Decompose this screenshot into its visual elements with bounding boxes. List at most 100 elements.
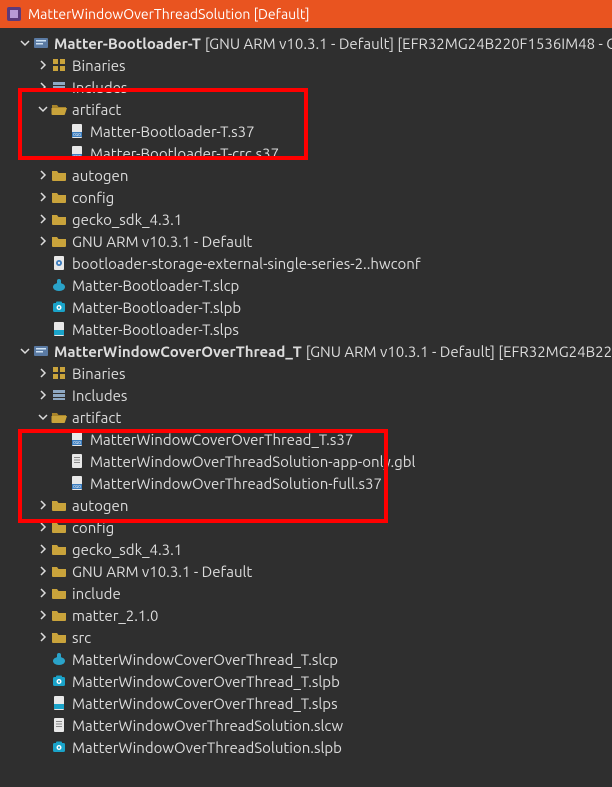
tree-item-label: autogen (72, 167, 128, 184)
tree-arrow[interactable] (18, 38, 32, 48)
binaries-node[interactable]: Binaries (0, 362, 612, 384)
tree-item-label: matter_2.1.0 (72, 607, 159, 624)
tree-item-label: MatterWindowCoverOverThread_T.slps (72, 695, 338, 712)
svg-text:010: 010 (73, 132, 81, 137)
folder-icon (50, 233, 68, 249)
tree-item-label: Matter-Bootloader-T.slpb (72, 299, 241, 316)
folder-node[interactable]: gecko_sdk_4.3.1 (0, 538, 612, 560)
folder-node[interactable]: gecko_sdk_4.3.1 (0, 208, 612, 230)
file-s37-icon: 010 (68, 123, 86, 139)
file-node[interactable]: 010 MatterWindowCoverOverThread_T.s37 (0, 428, 612, 450)
project-icon (32, 35, 50, 51)
file-node[interactable]: 010 Matter-Bootloader-T.s37 (0, 120, 612, 142)
file-node[interactable]: Matter-Bootloader-T.slps (0, 318, 612, 340)
tree-arrow[interactable] (36, 82, 50, 92)
folder-icon (50, 167, 68, 183)
tree-item-label: MatterWindowCoverOverThread_T (54, 343, 302, 360)
file-node[interactable]: 010MatterWindowOverThreadSolution-full.s… (0, 472, 612, 494)
tree-item-label: MatterWindowCoverOverThread_T.s37 (90, 431, 353, 448)
folder-node[interactable]: matter_2.1.0 (0, 604, 612, 626)
tree-arrow[interactable] (36, 236, 50, 246)
tree-item-label: Binaries (72, 365, 126, 382)
tree-arrow[interactable] (36, 412, 50, 422)
file-hwconf-icon (50, 255, 68, 271)
file-slps-icon (50, 321, 68, 337)
includes-node[interactable]: Includes (0, 76, 612, 98)
file-node[interactable]: bootloader-storage-external-single-serie… (0, 252, 612, 274)
folder-open-icon (50, 101, 68, 117)
window-title: MatterWindowOverThreadSolution [Default] (28, 6, 310, 22)
tree-item-label: GNU ARM v10.3.1 - Default (72, 233, 252, 250)
folder-node[interactable]: artifact (0, 406, 612, 428)
tree-item-label: gecko_sdk_4.3.1 (72, 211, 182, 228)
includes-icon (50, 79, 68, 95)
folder-node[interactable]: autogen (0, 164, 612, 186)
file-slcw-icon (50, 717, 68, 733)
folder-icon (50, 585, 68, 601)
tree-item-label: MatterWindowCoverOverThread_T.slpb (72, 673, 340, 690)
tree-arrow[interactable] (36, 500, 50, 510)
tree-arrow[interactable] (36, 60, 50, 70)
tree-item-label: include (72, 585, 121, 602)
folder-icon (50, 629, 68, 645)
file-node[interactable]: MatterWindowOverThreadSolution.slpb (0, 736, 612, 758)
folder-icon (50, 541, 68, 557)
tree-item-label: MatterWindowOverThreadSolution-full.s37 (90, 475, 382, 492)
folder-node[interactable]: artifact (0, 98, 612, 120)
tree-arrow[interactable] (36, 170, 50, 180)
includes-node[interactable]: Includes (0, 384, 612, 406)
tree-arrow[interactable] (36, 522, 50, 532)
folder-icon (50, 497, 68, 513)
tree-arrow[interactable] (36, 192, 50, 202)
binaries-icon (50, 365, 68, 381)
folder-node[interactable]: autogen (0, 494, 612, 516)
tree-item-label: MatterWindowCoverOverThread_T.slcp (72, 651, 338, 668)
folder-node[interactable]: GNU ARM v10.3.1 - Default (0, 230, 612, 252)
file-node[interactable]: MatterWindowOverThreadSolution.slcw (0, 714, 612, 736)
file-node[interactable]: Matter-Bootloader-T.slpb (0, 296, 612, 318)
file-slps-icon (50, 695, 68, 711)
tree-arrow[interactable] (36, 390, 50, 400)
folder-node[interactable]: include (0, 582, 612, 604)
tree-item-suffix: [GNU ARM v10.3.1 - Default] [EFR32MG24B2… (306, 343, 612, 360)
binaries-icon (50, 57, 68, 73)
tree-arrow[interactable] (36, 566, 50, 576)
project-node[interactable]: Matter-Bootloader-T [GNU ARM v10.3.1 - D… (0, 32, 612, 54)
tree-item-label: Matter-Bootloader-T (54, 35, 201, 52)
folder-node[interactable]: GNU ARM v10.3.1 - Default (0, 560, 612, 582)
includes-icon (50, 387, 68, 403)
folder-icon (50, 519, 68, 535)
tree-arrow[interactable] (36, 588, 50, 598)
binaries-node[interactable]: Binaries (0, 54, 612, 76)
file-node[interactable]: MatterWindowCoverOverThread_T.slpb (0, 670, 612, 692)
tree-item-label: bootloader-storage-external-single-serie… (72, 255, 421, 272)
project-tree[interactable]: Matter-Bootloader-T [GNU ARM v10.3.1 - D… (0, 28, 612, 758)
app-icon (6, 6, 22, 22)
folder-icon (50, 211, 68, 227)
project-node[interactable]: MatterWindowCoverOverThread_T [GNU ARM v… (0, 340, 612, 362)
folder-node[interactable]: config (0, 516, 612, 538)
tree-arrow[interactable] (36, 610, 50, 620)
tree-arrow[interactable] (36, 632, 50, 642)
tree-arrow[interactable] (36, 214, 50, 224)
file-node[interactable]: 010Matter-Bootloader-T-crc.s37 (0, 142, 612, 164)
svg-text:010: 010 (73, 154, 81, 159)
file-node[interactable]: MatterWindowOverThreadSolution-app-only.… (0, 450, 612, 472)
tree-item-label: config (72, 519, 114, 536)
tree-item-label: MatterWindowOverThreadSolution-app-only.… (90, 453, 416, 470)
tree-item-label: config (72, 189, 114, 206)
svg-text:010: 010 (73, 440, 81, 445)
tree-arrow[interactable] (36, 368, 50, 378)
file-node[interactable]: Matter-Bootloader-T.slcp (0, 274, 612, 296)
file-node[interactable]: MatterWindowCoverOverThread_T.slcp (0, 648, 612, 670)
file-node[interactable]: MatterWindowCoverOverThread_T.slps (0, 692, 612, 714)
tree-item-suffix: [GNU ARM v10.3.1 - Default] [EFR32MG24B2… (205, 35, 612, 52)
tree-arrow[interactable] (18, 346, 32, 356)
tree-item-label: Includes (72, 79, 127, 96)
tree-item-label: Matter-Bootloader-T.s37 (90, 123, 255, 140)
tree-arrow[interactable] (36, 104, 50, 114)
folder-node[interactable]: config (0, 186, 612, 208)
folder-node[interactable]: src (0, 626, 612, 648)
folder-open-icon (50, 409, 68, 425)
tree-arrow[interactable] (36, 544, 50, 554)
